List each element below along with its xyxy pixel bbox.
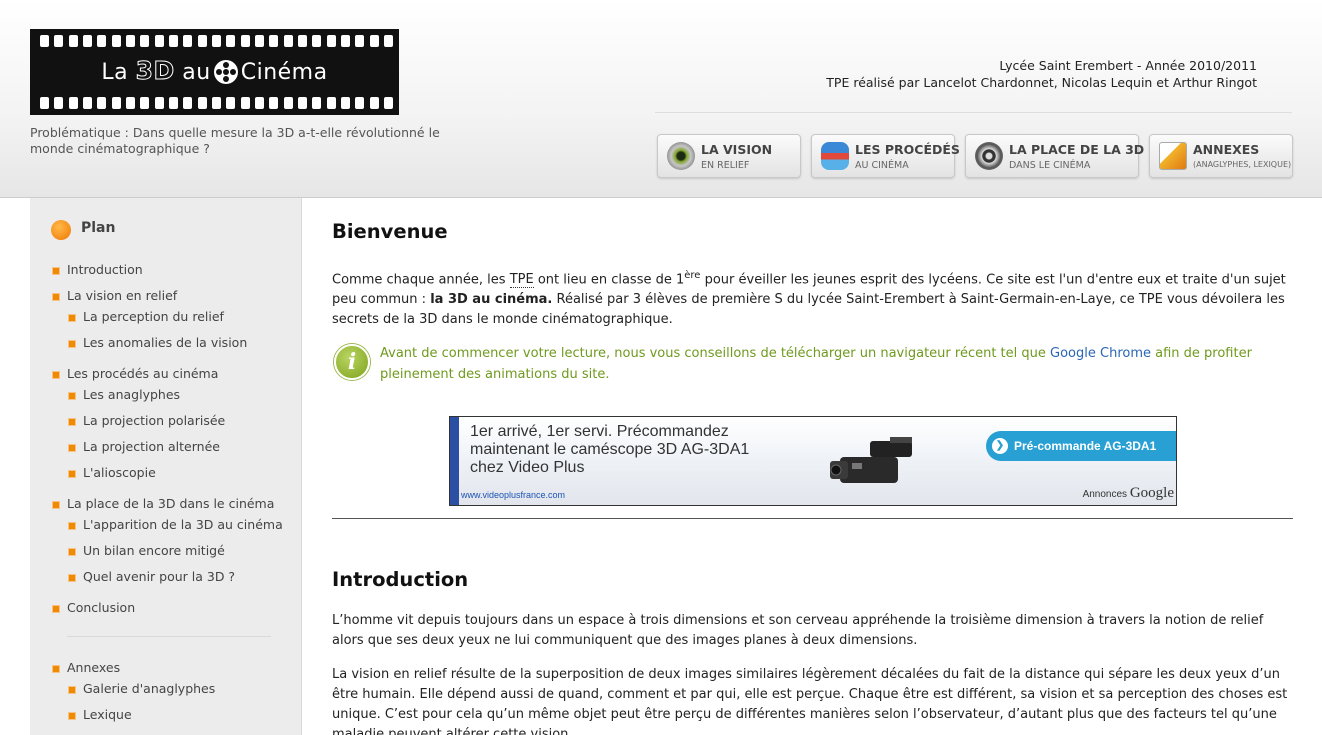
content-divider (332, 518, 1293, 519)
header-divider (655, 112, 1292, 113)
google-chrome-link[interactable]: Google Chrome (1050, 346, 1151, 361)
school-line: Lycée Saint Erembert - Année 2010/2011 (999, 58, 1257, 73)
sidebar-item-alternee[interactable]: La projection alternée (68, 439, 220, 454)
sidebar-item-annexes[interactable]: Annexes (51, 660, 120, 675)
nav-button-place[interactable]: LA PLACE DE LA 3D DANS LE CINÉMA (965, 134, 1144, 178)
film-reel-icon (975, 142, 1003, 170)
nav-subtitle: DANS LE CINÉMA (1009, 160, 1091, 171)
film-perforations-bottom (40, 97, 393, 109)
plan-title: Plan (81, 220, 116, 236)
sidebar-item-perception[interactable]: La perception du relief (68, 309, 224, 324)
tpe-abbreviation[interactable]: TPE (509, 272, 534, 289)
sidebar-item-anaglyphes[interactable]: Les anaglyphes (67, 387, 180, 402)
sidebar-item-polarisee[interactable]: La projection polarisée (67, 413, 225, 428)
intro-paragraph-2: La vision en relief résulte de la superp… (332, 667, 1288, 735)
welcome-heading: Bienvenue (332, 220, 448, 243)
sidebar-plan: Plan Introduction La vision en relief La… (30, 198, 302, 735)
eye-icon (667, 142, 695, 170)
film-perforations-top (40, 35, 393, 47)
ad-google-label[interactable]: Annonces Google (1083, 485, 1174, 502)
sidebar-item-apparition[interactable]: L'apparition de la 3D au cinéma (68, 517, 283, 532)
sidebar-item-avenir[interactable]: Quel avenir pour la 3D ? (67, 569, 235, 584)
nav-subtitle: AU CINÉMA (855, 160, 909, 171)
nav-title: ANNEXES (1193, 142, 1260, 157)
welcome-paragraph: Comme chaque année, les TPE ont lieu en … (332, 270, 1286, 328)
3d-glasses-icon (821, 142, 849, 170)
nav-button-procedes[interactable]: LES PROCÉDÉS AU CINÉMA (811, 134, 960, 178)
advertisement-banner[interactable]: 1er arrivé, 1er servi. Précommandez main… (449, 416, 1177, 506)
info-notice: Avant de commencer votre lecture, nous v… (380, 346, 1252, 382)
nav-button-annexes[interactable]: ANNEXES (ANAGLYPHES, LEXIQUE) (1149, 134, 1293, 178)
school-info: Lycée Saint Erembert - Année 2010/2011 T… (826, 57, 1257, 91)
sidebar-item-place[interactable]: La place de la 3D dans le cinéma (51, 496, 274, 511)
orange-bullet-icon (51, 220, 71, 240)
sidebar-item-bilan[interactable]: Un bilan encore mitigé (68, 543, 225, 558)
sidebar-item-galerie[interactable]: Galerie d'anaglyphes (67, 681, 215, 696)
sidebar-item-procedes[interactable]: Les procédés au cinéma (51, 366, 218, 381)
info-icon: i (334, 344, 370, 380)
documents-icon (1159, 142, 1187, 170)
logo-text: La 3D au Cinéma (101, 56, 328, 86)
sidebar-item-anomalies[interactable]: Les anomalies de la vision (67, 335, 247, 350)
page-header: La 3D au Cinéma Lycée Saint Erembert - An… (0, 0, 1322, 198)
introduction-heading: Introduction (332, 568, 469, 591)
sidebar-item-vision[interactable]: La vision en relief (51, 288, 177, 303)
ad-accent-bar (450, 417, 459, 505)
sidebar-item-lexique[interactable]: Lexique (68, 707, 132, 722)
film-reel-icon (213, 60, 238, 84)
camcorder-icon (830, 437, 912, 483)
ad-text[interactable]: 1er arrivé, 1er servi. Précommandez main… (470, 423, 749, 477)
nav-title: LES PROCÉDÉS (855, 142, 960, 157)
ad-preorder-button[interactable]: ❯ Pré-commande AG-3DA1 (986, 431, 1176, 461)
sidebar-item-conclusion[interactable]: Conclusion (51, 600, 135, 615)
sidebar-item-alioscopie[interactable]: L'alioscopie (68, 465, 156, 480)
intro-paragraph-1: L’homme vit depuis toujours dans un espa… (332, 613, 1264, 648)
authors-line: TPE réalisé par Lancelot Chardonnet, Nic… (826, 75, 1257, 90)
site-logo[interactable]: La 3D au Cinéma (30, 29, 399, 115)
problematic-text: Problématique : Dans quelle mesure la 3D… (30, 125, 440, 156)
arrow-right-icon: ❯ (992, 438, 1008, 454)
nav-subtitle: EN RELIEF (701, 160, 750, 171)
nav-subtitle: (ANAGLYPHES, LEXIQUE) (1193, 160, 1292, 169)
ad-url[interactable]: www.videoplusfrance.com (461, 490, 565, 500)
nav-button-vision[interactable]: LA VISION EN RELIEF (657, 134, 801, 178)
sidebar-divider (67, 636, 271, 637)
nav-title: LA PLACE DE LA 3D (1009, 142, 1145, 157)
nav-title: LA VISION (701, 142, 773, 157)
sidebar-item-introduction[interactable]: Introduction (52, 262, 143, 277)
